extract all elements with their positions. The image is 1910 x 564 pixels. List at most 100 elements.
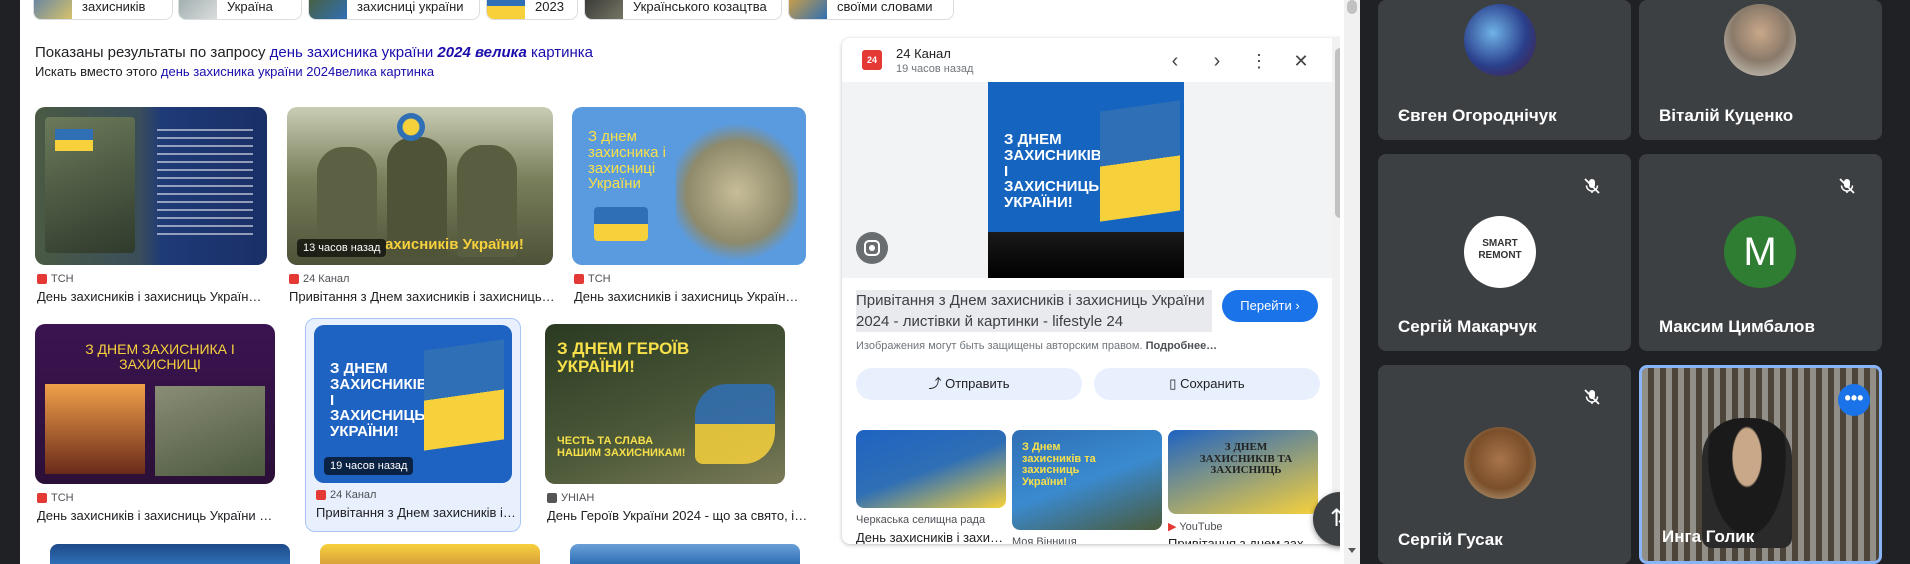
participant-initial-avatar: M bbox=[1724, 216, 1796, 288]
result-source: ТСН bbox=[37, 492, 74, 504]
window-edge bbox=[0, 0, 20, 564]
related-search-chip[interactable]: 2023 bbox=[486, 0, 578, 20]
chip-label: 2023 bbox=[535, 0, 564, 14]
chip-label: захисниці україни bbox=[357, 0, 464, 14]
image-search-page: захисників Україна захисниці україни 202… bbox=[20, 0, 1340, 564]
youtube-icon: ▶ bbox=[1168, 521, 1177, 533]
corrected-query-link[interactable]: день захисника україни 2024 велика карти… bbox=[270, 44, 593, 61]
query-link-part: день захисника україни bbox=[269, 44, 434, 61]
participant-tile[interactable]: Віталій Куценко bbox=[1639, 0, 1882, 140]
tsn-favicon bbox=[37, 493, 47, 503]
image-overlay-text: З ДНЕМ ЗАХИСНИКІВ І ЗАХИСНИЦЬ УКРАЇНИ! bbox=[330, 360, 428, 440]
participant-tile-active-speaker[interactable]: ••• Инга Голик bbox=[1639, 365, 1882, 564]
image-dark-band bbox=[988, 232, 1184, 278]
related-search-chip[interactable]: захисниці україни bbox=[308, 0, 480, 20]
chip-thumbnail bbox=[34, 0, 72, 19]
result-source: 24 Канал bbox=[289, 273, 349, 285]
preview-source[interactable]: 24 Канал bbox=[896, 46, 951, 61]
result-thumbnail: ахисників України! 13 часов назад bbox=[287, 107, 553, 265]
related-source: ▶ YouTube bbox=[1168, 520, 1223, 533]
related-title[interactable]: Привітання з днем зах… bbox=[1168, 536, 1318, 544]
instead-prefix: Искать вместо этого bbox=[35, 64, 158, 79]
image-overlay-text: ахисників України! bbox=[385, 236, 524, 253]
result-thumbnail bbox=[35, 107, 267, 265]
visit-button[interactable]: Перейти › bbox=[1222, 290, 1318, 322]
image-result-partial[interactable] bbox=[50, 544, 290, 564]
share-button[interactable]: ⤴ Отправить bbox=[856, 368, 1082, 400]
participant-tile[interactable]: M Максим Цимбалов bbox=[1639, 154, 1882, 351]
result-title[interactable]: Привітання з Днем захисників і… bbox=[316, 505, 516, 520]
source-name: 24 Канал bbox=[303, 273, 350, 285]
result-title[interactable]: День Героїв України 2024 - що за свято, … bbox=[547, 508, 809, 523]
image-result-partial[interactable] bbox=[570, 544, 800, 564]
related-thumbnail: З Днем захисників та захисниць України! bbox=[1012, 430, 1162, 530]
bookmark-icon: ▯ bbox=[1169, 376, 1177, 391]
result-title[interactable]: День захисників і захисниць Україн… bbox=[37, 289, 269, 304]
source-name: 24 Канал bbox=[330, 489, 377, 501]
related-search-chip[interactable]: захисників bbox=[33, 0, 173, 20]
original-query-link[interactable]: день захисника україни 2024велика картин… bbox=[161, 64, 434, 79]
page-scroll-thumb[interactable] bbox=[1347, 0, 1357, 14]
participant-tile[interactable]: Сергій Гусак bbox=[1378, 365, 1631, 564]
browser-window: захисників Україна захисниці україни 202… bbox=[0, 0, 1360, 564]
related-search-chip[interactable]: Україна bbox=[178, 0, 302, 20]
related-title[interactable]: День захисників і захи… bbox=[856, 530, 1006, 544]
chevron-right-icon[interactable]: › bbox=[1204, 48, 1230, 74]
24kanal-favicon bbox=[316, 490, 326, 500]
image-overlay-text: З ДНЕМ ГЕРОЇВ УКРАЇНИ! bbox=[557, 339, 690, 376]
preview-header: 24 24 Канал 19 часов назад ‹ › ⋮ ✕ bbox=[842, 38, 1340, 82]
flag-graphic bbox=[594, 207, 648, 241]
chip-thumbnail bbox=[585, 0, 623, 19]
unian-favicon bbox=[547, 493, 557, 503]
chevron-left-icon[interactable]: ‹ bbox=[1162, 48, 1188, 74]
related-search-chip[interactable]: Українського козацтва bbox=[584, 0, 782, 20]
share-icon: ⤴ bbox=[928, 376, 942, 391]
image-overlay-text: З днем захисника і захисниці України bbox=[588, 128, 666, 193]
more-options-icon[interactable]: ••• bbox=[1838, 384, 1870, 416]
source-name: ТСН bbox=[588, 273, 611, 285]
related-overlay-text: З Днем захисників та захисниць України! bbox=[1022, 441, 1096, 488]
result-title[interactable]: Привітання з Днем захисників і захисниць… bbox=[289, 289, 555, 304]
search-instead: Искать вместо этого день захисника украї… bbox=[35, 64, 434, 79]
tsn-favicon bbox=[37, 274, 47, 284]
copyright-notice: Изображения могут быть защищены авторски… bbox=[856, 340, 1217, 352]
preview-title[interactable]: Привітання з Днем захисників і захисниць… bbox=[856, 290, 1212, 332]
image-result-selected[interactable]: З ДНЕМ ЗАХИСНИКІВ І ЗАХИСНИЦЬ УКРАЇНИ! 1… bbox=[305, 318, 521, 532]
page-scrollbar[interactable] bbox=[1344, 0, 1360, 564]
soldiers-photo bbox=[676, 123, 798, 261]
save-button[interactable]: ▯ Сохранить bbox=[1094, 368, 1320, 400]
flag-graphic bbox=[424, 339, 504, 451]
chip-label: своїми словами bbox=[837, 0, 933, 14]
participant-name: Максим Цимбалов bbox=[1659, 317, 1815, 336]
mic-off-icon bbox=[1829, 168, 1865, 204]
24kanal-favicon bbox=[289, 274, 299, 284]
chip-label: Україна bbox=[227, 0, 273, 14]
preview-scroll-thumb[interactable] bbox=[1335, 48, 1340, 218]
preview-image[interactable]: З ДНЕМ ЗАХИСНИКІВ І ЗАХИСНИЦЬ УКРАЇНИ! bbox=[988, 82, 1184, 278]
related-source: Моя Вінниця bbox=[1012, 536, 1077, 544]
poem-text-lines bbox=[157, 129, 253, 239]
learn-more-link[interactable]: Подробнее… bbox=[1146, 340, 1218, 352]
tsn-favicon bbox=[574, 274, 584, 284]
scroll-down-arrow-icon[interactable] bbox=[1348, 548, 1356, 553]
preview-scrollbar[interactable] bbox=[1332, 38, 1340, 544]
lens-search-icon[interactable] bbox=[856, 232, 888, 264]
image-result-partial[interactable] bbox=[320, 544, 540, 564]
close-icon[interactable]: ✕ bbox=[1288, 48, 1314, 74]
query-suffix-part: картинка bbox=[530, 44, 593, 61]
chip-thumbnail bbox=[309, 0, 347, 19]
result-title[interactable]: День захисників і захисниць Україн… bbox=[574, 289, 808, 304]
participant-tile[interactable]: SMART REMONT Сергій Макарчук bbox=[1378, 154, 1631, 351]
image-overlay-subtext: ЧЕСТЬ ТА СЛАВА НАШИМ ЗАХИСНИКАМ! bbox=[557, 435, 686, 459]
participant-name: Инга Голик bbox=[1662, 527, 1755, 546]
source-name: ТСН bbox=[51, 273, 74, 285]
result-source: ТСН bbox=[37, 273, 74, 285]
result-title[interactable]: День захисників і захисниць України 202… bbox=[37, 508, 277, 523]
result-source: 24 Канал bbox=[316, 489, 376, 501]
more-options-icon[interactable]: ⋮ bbox=[1246, 48, 1272, 74]
participant-tile[interactable]: Євген Огороднічук bbox=[1378, 0, 1631, 140]
result-thumbnail: З днем захисника і захисниці України bbox=[572, 107, 806, 265]
related-search-chip[interactable]: своїми словами bbox=[788, 0, 954, 20]
flower-graphic bbox=[397, 113, 425, 141]
chip-thumbnail bbox=[487, 0, 525, 19]
